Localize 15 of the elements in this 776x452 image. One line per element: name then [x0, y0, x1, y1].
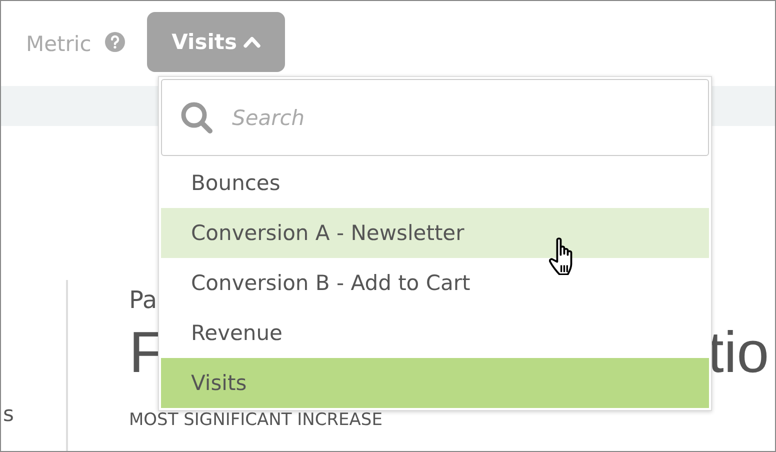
help-icon[interactable] — [105, 32, 126, 52]
caption-text: MOST SIGNIFICANT INCREASE — [129, 410, 382, 430]
dropdown-option[interactable]: Bounces — [161, 158, 709, 208]
dropdown-option[interactable]: Visits — [161, 358, 709, 408]
metric-label: Metric — [26, 32, 92, 56]
dropdown-option[interactable]: Revenue — [161, 308, 709, 358]
side-text: s — [3, 402, 15, 426]
hand-cursor-icon — [549, 237, 573, 275]
title-text: tio — [708, 320, 769, 386]
search-icon — [181, 102, 213, 134]
dropdown-option[interactable]: Conversion B - Add to Cart — [161, 258, 709, 308]
search-field[interactable]: Search — [161, 79, 709, 156]
dropdown-option[interactable]: Conversion A - Newsletter — [161, 208, 709, 258]
chevron-up-icon — [242, 35, 261, 48]
subtitle-text: Pa — [129, 286, 158, 314]
